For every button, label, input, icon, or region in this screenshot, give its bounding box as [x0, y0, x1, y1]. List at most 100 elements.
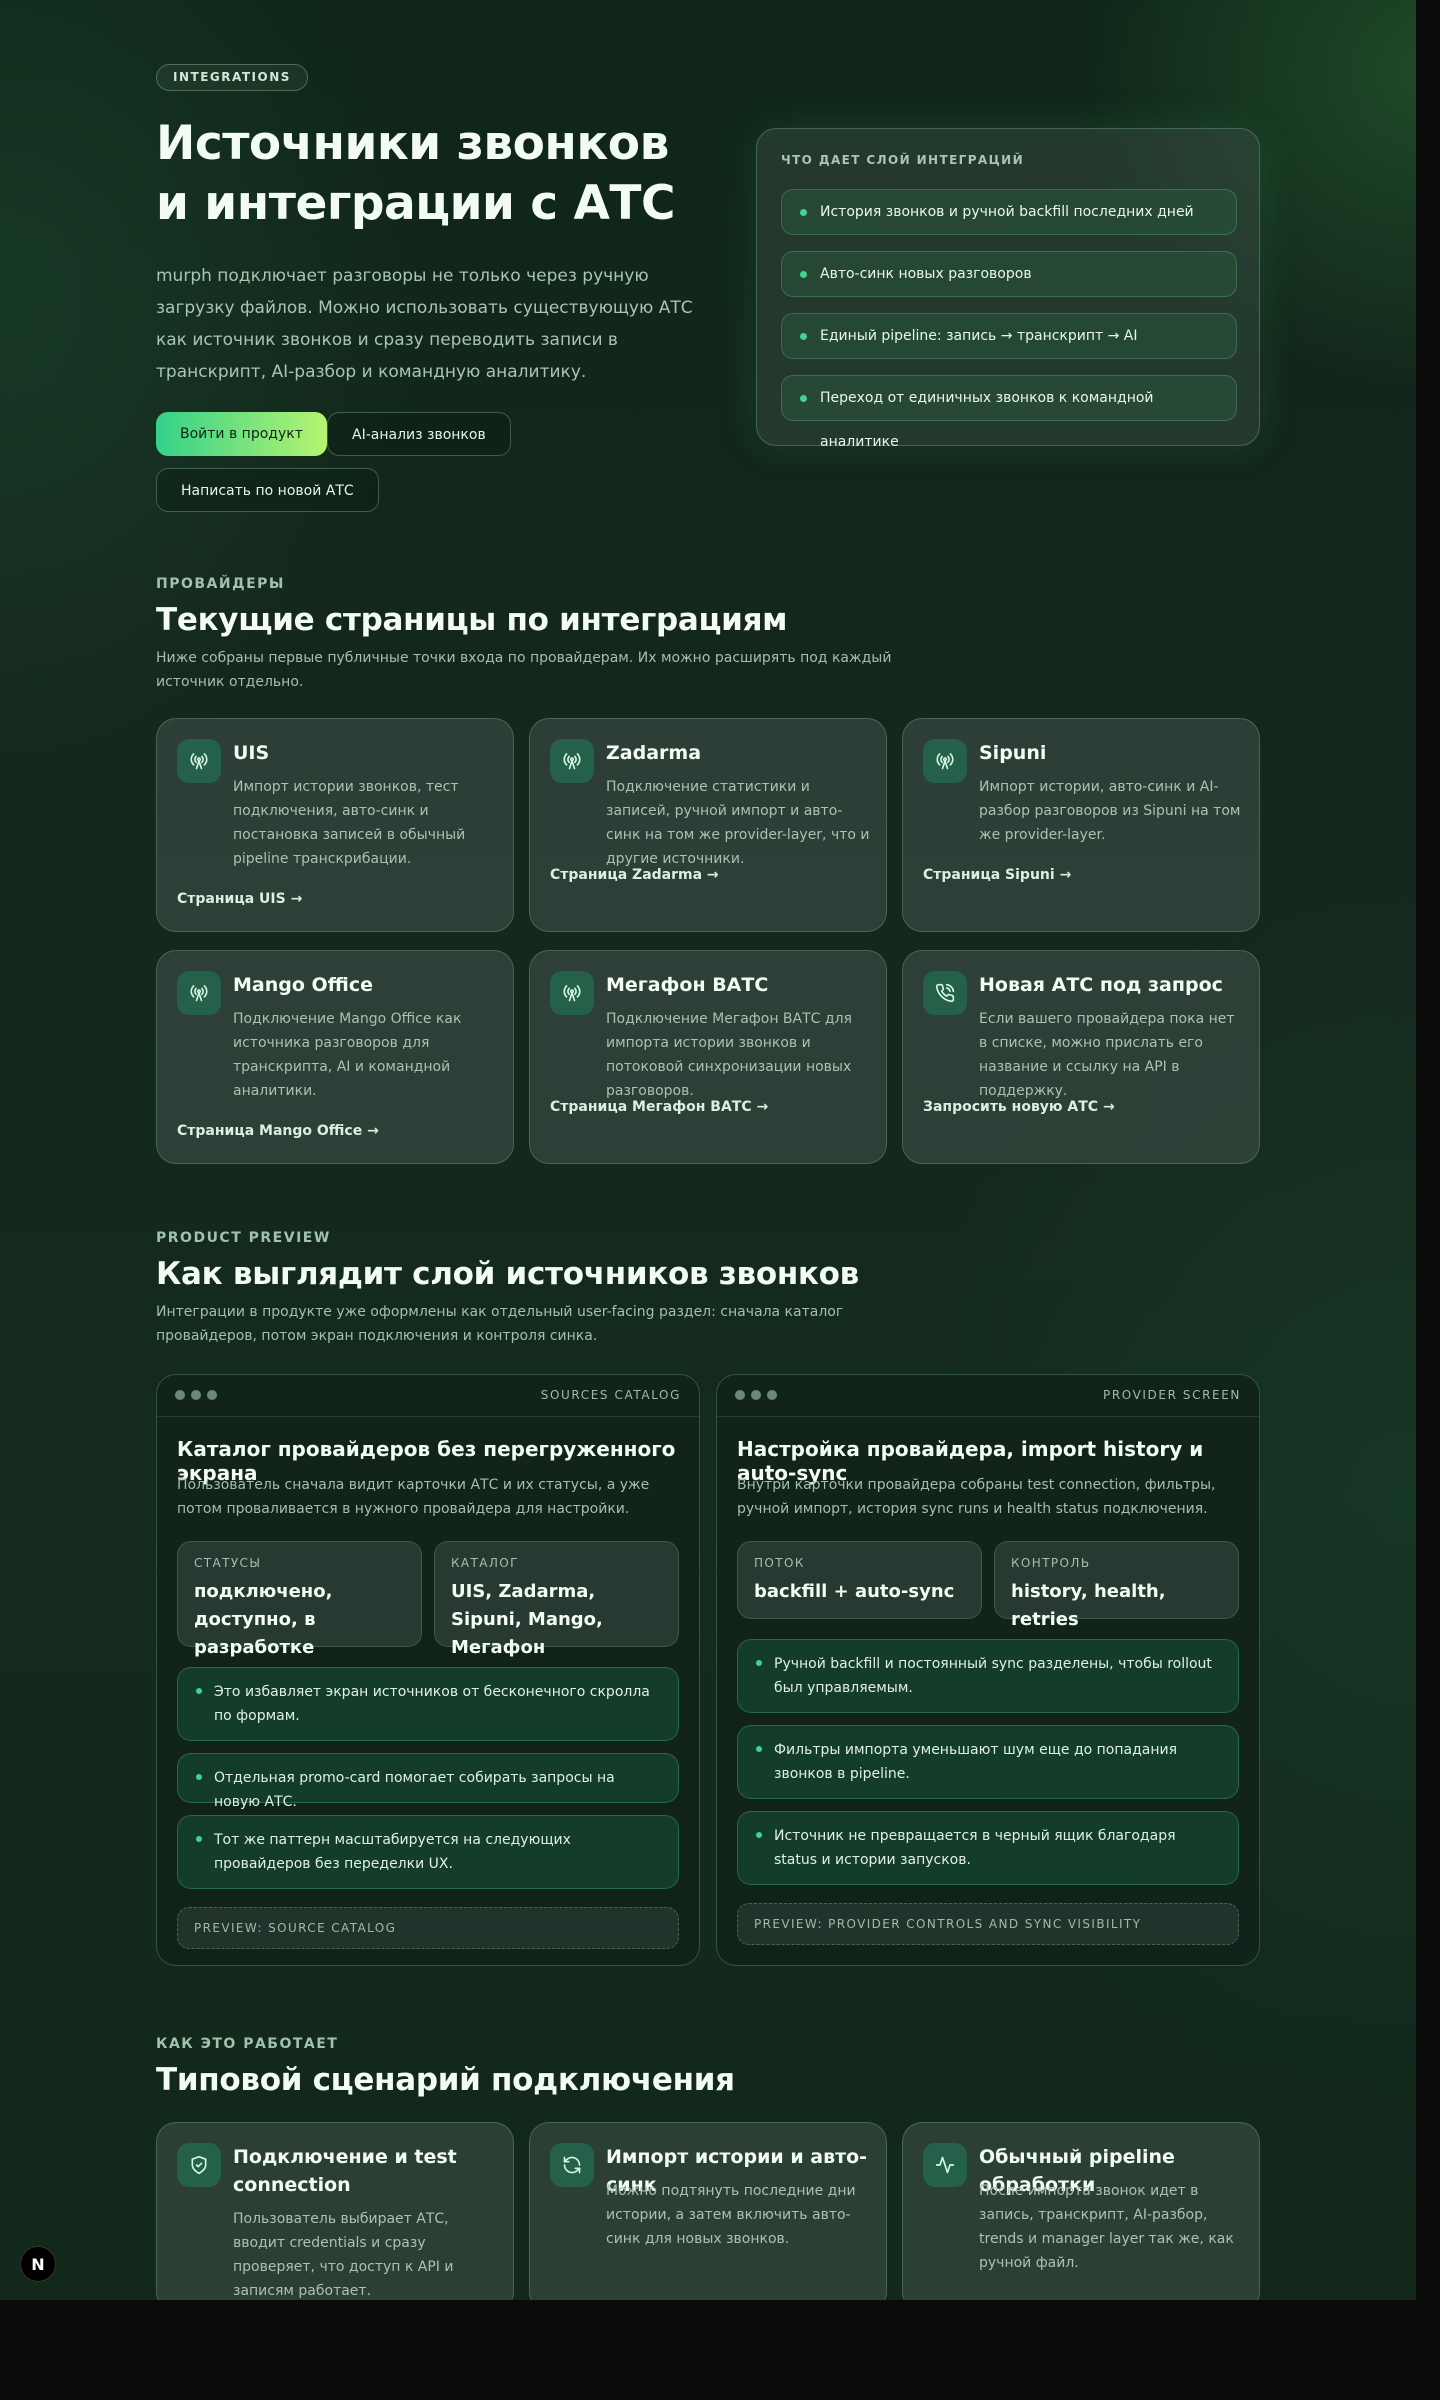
bullet-dot-icon [800, 209, 807, 216]
page: INTEGRATIONS Источники звонков и интегра… [0, 0, 1416, 2300]
provider-link[interactable]: Страница Zadarma → [550, 867, 719, 883]
step-desc: После импорта звонок идет в запись, тран… [979, 2183, 1234, 2271]
bullet-dot-icon [756, 1660, 762, 1666]
provider-link[interactable]: Страница Mango Office → [177, 1123, 379, 1139]
bullet-dot-icon [756, 1746, 762, 1752]
framework-badge[interactable]: N [20, 2246, 56, 2282]
step-card: Подключение и test connection Пользовате… [156, 2122, 514, 2300]
login-button[interactable]: Войти в продукт [156, 412, 327, 456]
providers-subtitle: Ниже собраны первые публичные точки вход… [156, 650, 892, 690]
preview-bullet: Источник не превращается в черный ящик б… [737, 1811, 1239, 1885]
step-desc: Пользователь выбирает АТС, вводит creden… [233, 2211, 454, 2299]
preview-bullet: Ручной backfill и постоянный sync раздел… [737, 1639, 1239, 1713]
bullet-dot-icon [800, 271, 807, 278]
activity-icon [923, 2143, 967, 2187]
write-new-ats-button[interactable]: Написать по новой АТС [156, 468, 379, 512]
provider-card-megafon[interactable]: Мегафон ВАТС Подключение Мегафон ВАТС дл… [529, 950, 887, 1164]
stat-label: ПОТОК [754, 1556, 805, 1570]
arrow-right-icon: → [756, 1099, 769, 1115]
benefit-text: Переход от единичных звонков к командной… [820, 390, 1154, 450]
provider-card-new-ats[interactable]: Новая АТС под запрос Если вашего провайд… [902, 950, 1260, 1164]
preview-footer: PREVIEW: PROVIDER CONTROLS AND SYNC VISI… [737, 1903, 1239, 1945]
refresh-icon [550, 2143, 594, 2187]
phone-call-icon [923, 971, 967, 1015]
provider-title: Mango Office [233, 974, 374, 996]
antenna-icon [550, 739, 594, 783]
provider-card-uis[interactable]: UIS Импорт истории звонков, тест подключ… [156, 718, 514, 932]
hero-section: INTEGRATIONS Источники звонков и интегра… [156, 64, 1260, 524]
bullet-dot-icon [800, 333, 807, 340]
provider-screen-preview: PROVIDER SCREEN Настройка провайдера, im… [716, 1374, 1260, 1966]
providers-eyebrow: ПРОВАЙДЕРЫ [156, 576, 285, 592]
preview-bullet: Фильтры импорта уменьшают шум еще до поп… [737, 1725, 1239, 1799]
providers-title: Текущие страницы по интеграциям [156, 602, 788, 638]
provider-title: UIS [233, 742, 270, 764]
integrations-badge: INTEGRATIONS [156, 64, 308, 91]
preview-bullet: Отдельная promo-card помогает собирать з… [177, 1753, 679, 1810]
preview-bullet: Тот же паттерн масштабируется на следующ… [177, 1815, 679, 1889]
provider-desc: Импорт истории, авто-синк и AI-разбор ра… [979, 779, 1241, 843]
provider-desc: Подключение статистики и записей, ручной… [606, 779, 870, 867]
stat-value: подключено, доступно, в разработке [194, 1581, 333, 1658]
stat-box: СТАТУСЫ подключено, доступно, в разработ… [177, 1541, 422, 1658]
benefit-text: Авто-синк новых разговоров [820, 266, 1032, 282]
benefit-item: Переход от единичных звонков к командной… [781, 375, 1237, 450]
provider-link[interactable]: Запросить новую АТС → [923, 1099, 1115, 1115]
antenna-icon [177, 971, 221, 1015]
bullet-dot-icon [196, 1836, 202, 1842]
provider-link[interactable]: Страница UIS → [177, 891, 302, 907]
arrow-right-icon: → [706, 867, 719, 883]
provider-link[interactable]: Страница Sipuni → [923, 867, 1071, 883]
preview-tag: SOURCES CATALOG [540, 1388, 681, 1402]
benefits-panel: ЧТО ДАЕТ СЛОЙ ИНТЕГРАЦИЙ История звонков… [756, 128, 1260, 450]
provider-title: Мегафон ВАТС [606, 974, 769, 996]
stat-value: history, health, retries [1011, 1581, 1166, 1630]
provider-desc: Подключение Мегафон ВАТС для импорта ист… [606, 1011, 852, 1099]
arrow-right-icon: → [290, 891, 303, 907]
provider-title: Sipuni [979, 742, 1047, 764]
provider-card-sipuni[interactable]: Sipuni Импорт истории, авто-синк и AI-ра… [902, 718, 1260, 932]
stat-value: UIS, Zadarma, Sipuni, Mango, Мегафон [451, 1581, 603, 1658]
arrow-right-icon: → [1102, 1099, 1115, 1115]
provider-title: Новая АТС под запрос [979, 974, 1223, 996]
window-dot-icon [735, 1390, 745, 1400]
provider-link[interactable]: Страница Мегафон ВАТС → [550, 1099, 768, 1115]
preview-card-desc: Внутри карточки провайдера собраны test … [737, 1477, 1216, 1517]
bullet-dot-icon [196, 1774, 202, 1780]
hero-lead: murph подключает разговоры не только чер… [156, 266, 693, 382]
preview-subtitle: Интеграции в продукте уже оформлены как … [156, 1304, 844, 1344]
window-dot-icon [175, 1390, 185, 1400]
ai-analysis-button[interactable]: AI-анализ звонков [327, 412, 511, 456]
bullet-dot-icon [196, 1688, 202, 1694]
preview-title: Как выглядит слой источников звонков [156, 1256, 859, 1292]
window-dot-icon [207, 1390, 217, 1400]
preview-section: PRODUCT PREVIEW Как выглядит слой источн… [156, 1228, 1260, 1978]
antenna-icon [177, 739, 221, 783]
stat-box: ПОТОК backfill + auto-sync [737, 1541, 982, 1619]
arrow-right-icon: → [1059, 867, 1072, 883]
stat-label: КАТАЛОГ [451, 1556, 519, 1570]
shield-check-icon [177, 2143, 221, 2187]
provider-card-mango[interactable]: Mango Office Подключение Mango Office ка… [156, 950, 514, 1164]
preview-bullet: Это избавляет экран источников от бескон… [177, 1667, 679, 1741]
benefit-item: Единый pipeline: запись → транскрипт → A… [781, 313, 1237, 359]
bullet-dot-icon [756, 1832, 762, 1838]
provider-card-zadarma[interactable]: Zadarma Подключение статистики и записей… [529, 718, 887, 932]
window-dot-icon [191, 1390, 201, 1400]
stat-value: backfill + auto-sync [754, 1581, 955, 1602]
preview-eyebrow: PRODUCT PREVIEW [156, 1230, 331, 1246]
provider-desc: Подключение Mango Office как источника р… [233, 1011, 462, 1099]
benefits-title: ЧТО ДАЕТ СЛОЙ ИНТЕГРАЦИЙ [781, 153, 1025, 167]
sources-catalog-preview: SOURCES CATALOG Каталог провайдеров без … [156, 1374, 700, 1966]
providers-section: ПРОВАЙДЕРЫ Текущие страницы по интеграци… [156, 574, 1260, 1174]
provider-desc: Если вашего провайдера пока нет в списке… [979, 1011, 1235, 1099]
stat-label: КОНТРОЛЬ [1011, 1556, 1091, 1570]
arrow-right-icon: → [367, 1123, 379, 1139]
benefit-item: История звонков и ручной backfill послед… [781, 189, 1237, 235]
preview-card-desc: Пользователь сначала видит карточки АТС … [177, 1477, 650, 1517]
window-dot-icon [767, 1390, 777, 1400]
step-card: Импорт истории и авто-синк Можно подтяну… [529, 2122, 887, 2300]
benefit-text: История звонков и ручной backfill послед… [820, 204, 1194, 220]
step-title: Подключение и test connection [233, 2146, 457, 2196]
antenna-icon [923, 739, 967, 783]
